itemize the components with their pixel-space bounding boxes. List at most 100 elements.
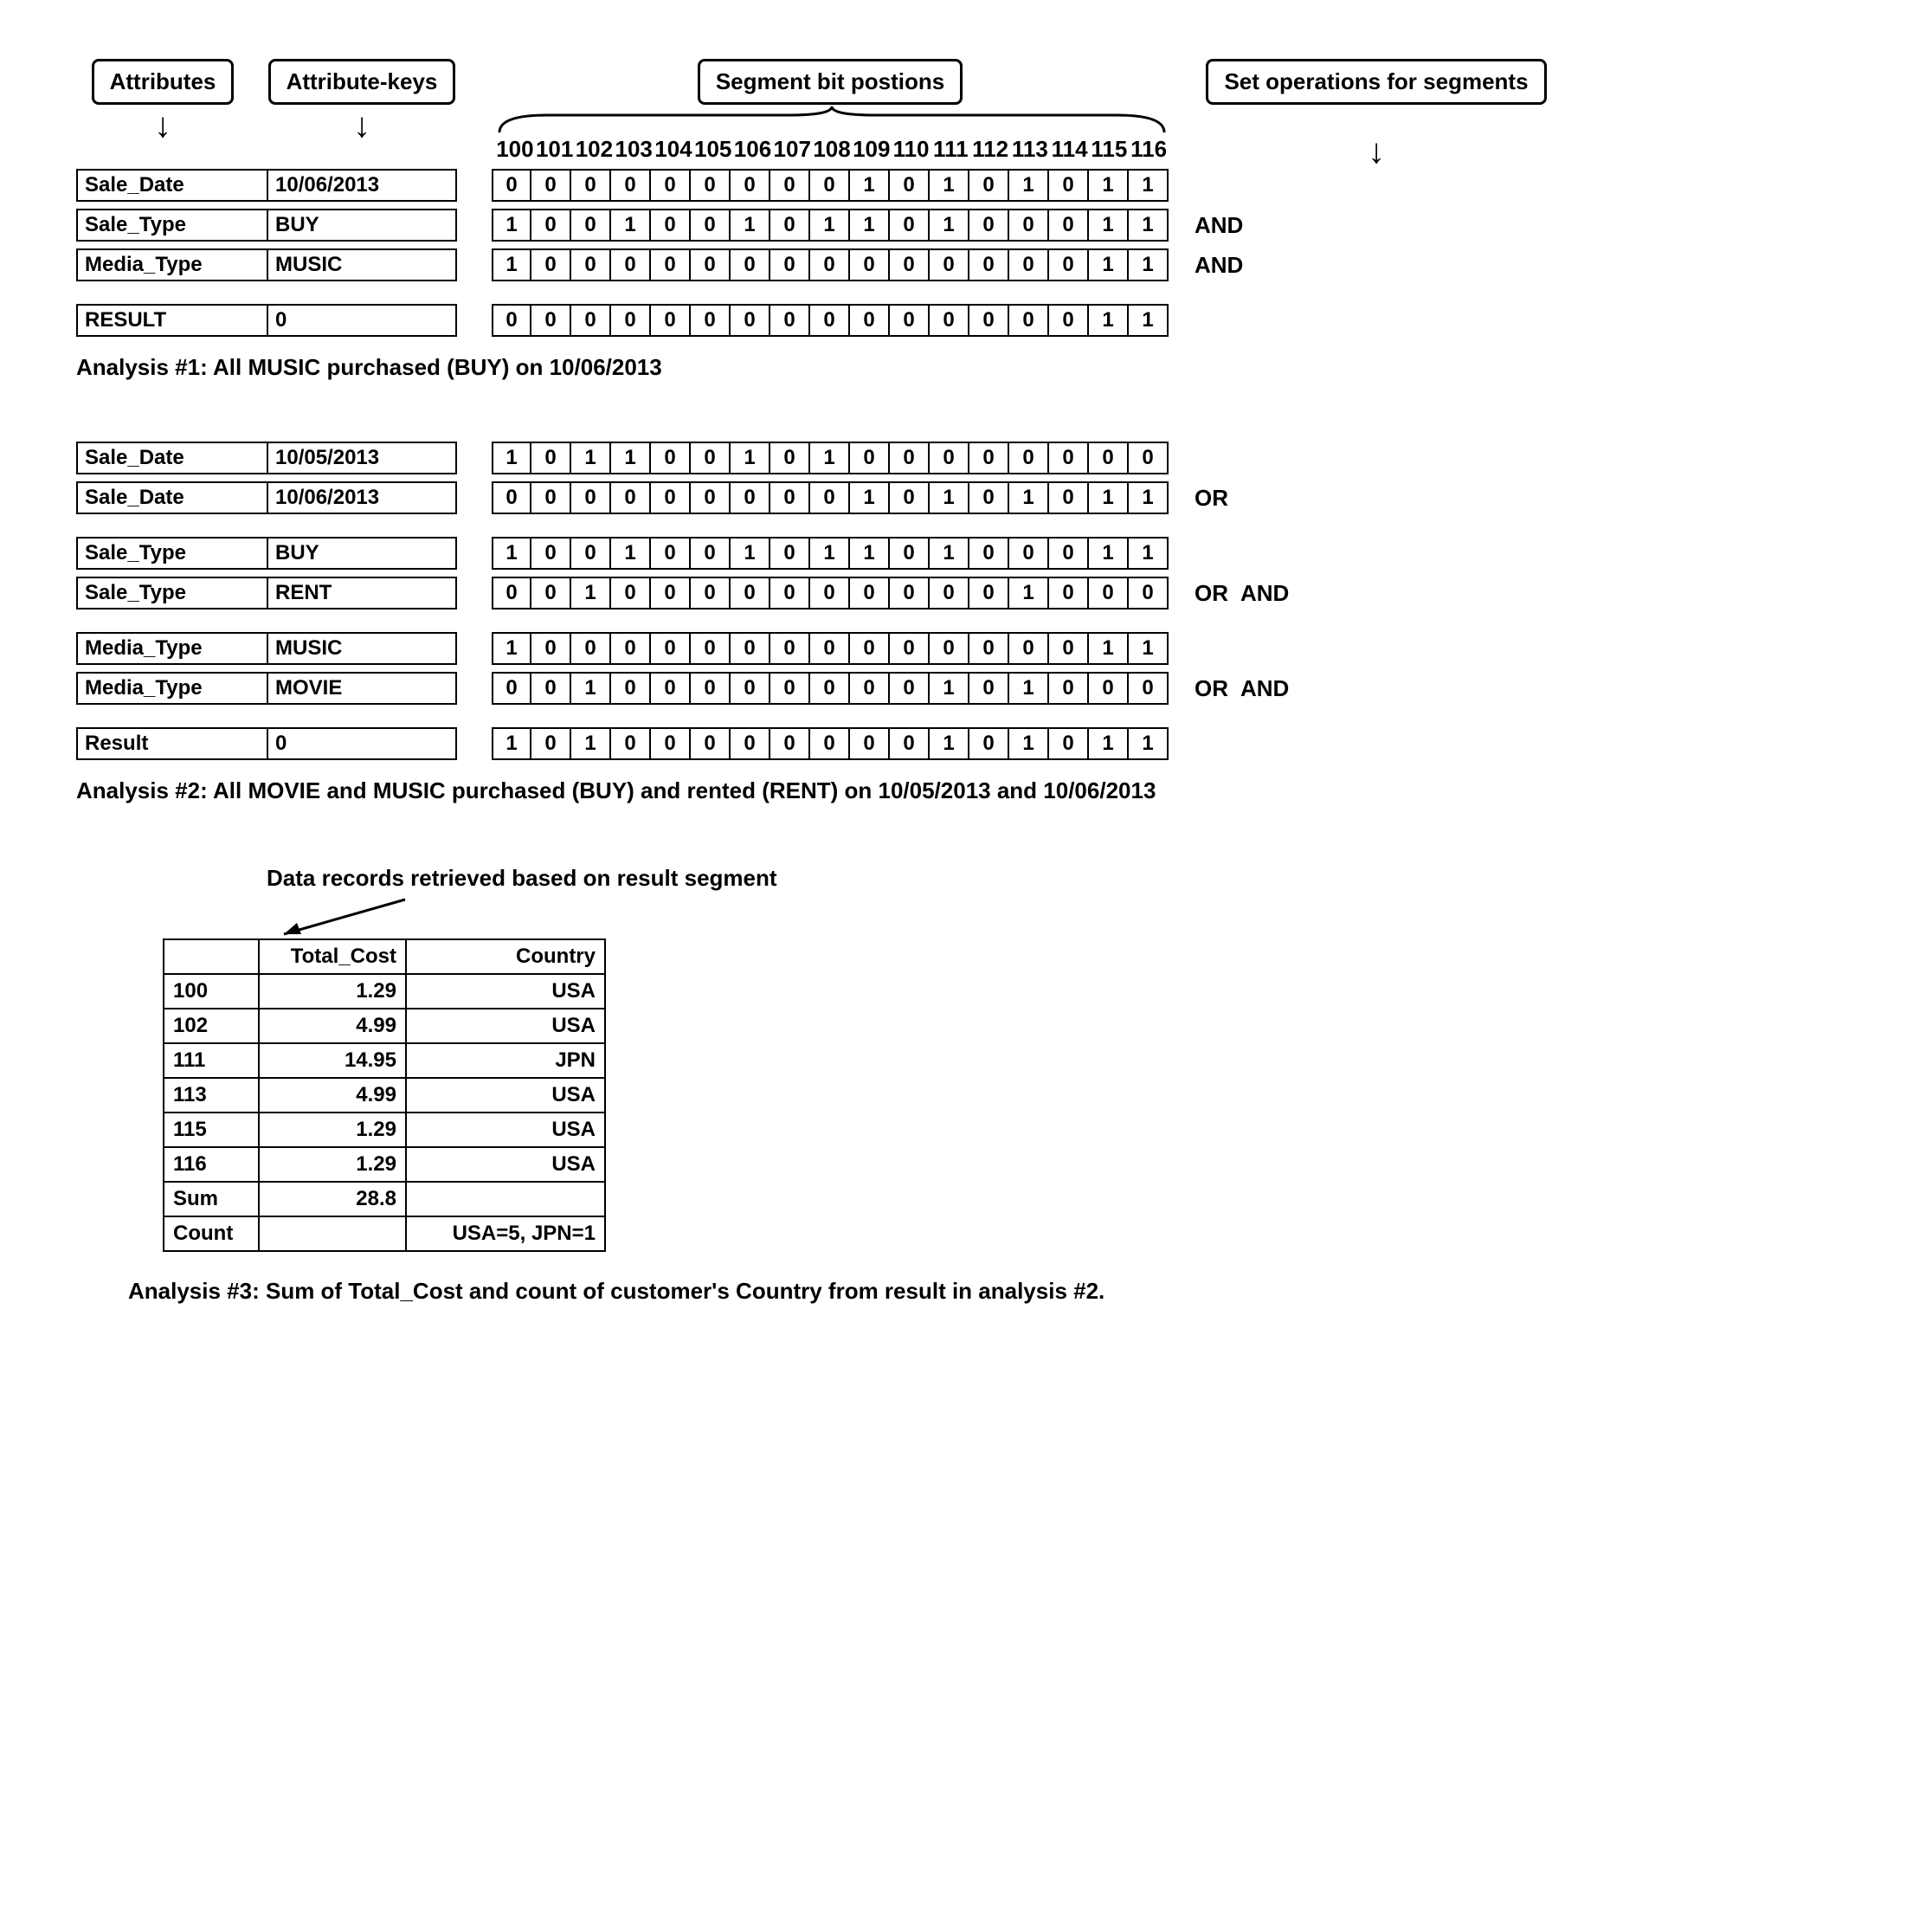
bit-cell: 0: [731, 304, 770, 337]
count-row: CountUSA=5, JPN=1: [164, 1216, 605, 1251]
bits-cells: 10010010110100011: [492, 537, 1169, 570]
bit-cell: 0: [1049, 248, 1089, 281]
bit-cell: 1: [492, 248, 531, 281]
bit-cell: 0: [531, 304, 571, 337]
bits-cells: 00100000000101000: [492, 672, 1169, 705]
bit-cell: 0: [611, 727, 651, 760]
bit-cell: 0: [492, 481, 531, 514]
bit-cell: 0: [850, 727, 890, 760]
attribute-cell: Sale_Type: [76, 209, 267, 242]
result-cell: USA: [406, 1009, 605, 1043]
bit-row: Sale_Date10/06/201300000000010101011OR: [76, 481, 1856, 514]
bit-cell: 0: [1009, 537, 1049, 570]
bit-cell: 0: [810, 169, 850, 202]
bit-cell: 1: [930, 481, 969, 514]
bit-row: Media_TypeMUSIC10000000000000011: [76, 632, 1856, 665]
result-header: [164, 939, 259, 974]
result-cell: 28.8: [259, 1182, 406, 1216]
bit-position: 108: [812, 136, 852, 163]
bit-cell: 1: [810, 537, 850, 570]
bit-cell: 0: [492, 169, 531, 202]
bit-cell: 1: [1089, 632, 1129, 665]
bit-cell: 0: [850, 304, 890, 337]
bit-cell: 1: [611, 209, 651, 242]
key-cell: MUSIC: [267, 632, 457, 665]
sum-row: Sum28.8: [164, 1182, 605, 1216]
bit-cell: 0: [651, 304, 691, 337]
bit-cell: 0: [850, 442, 890, 474]
bit-position: 102: [575, 136, 615, 163]
bit-cell: 0: [770, 209, 810, 242]
bit-position: 109: [852, 136, 892, 163]
arrow-down-icon: ↓: [154, 108, 171, 143]
analysis3-note: Data records retrieved based on result s…: [267, 865, 1856, 892]
result-cell: 111: [164, 1043, 259, 1078]
result-cell: [406, 1182, 605, 1216]
op-label: AND: [1195, 212, 1243, 239]
result-cell: 4.99: [259, 1009, 406, 1043]
bit-cell: 0: [531, 481, 571, 514]
bit-cell: 1: [611, 537, 651, 570]
bit-cell: 0: [770, 577, 810, 609]
bit-cell: 0: [651, 537, 691, 570]
bit-cell: 0: [691, 727, 731, 760]
bit-cell: 1: [850, 481, 890, 514]
op-label: OR: [1195, 580, 1228, 607]
bit-cell: 1: [731, 442, 770, 474]
bit-cell: 0: [691, 537, 731, 570]
bit-cell: 0: [890, 442, 930, 474]
result-header: Total_Cost: [259, 939, 406, 974]
brace-icon: [495, 105, 1169, 136]
bit-cell: 0: [731, 632, 770, 665]
result-table: Total_CostCountry 1001.29USA1024.99USA11…: [163, 938, 606, 1252]
key-cell: 10/05/2013: [267, 442, 457, 474]
bit-cell: 0: [691, 577, 731, 609]
bit-row: Sale_Date10/06/201300000000010101011: [76, 169, 1856, 202]
bit-cell: 0: [890, 632, 930, 665]
result-cell: Count: [164, 1216, 259, 1251]
attribute-cell: Sale_Type: [76, 577, 267, 609]
bit-cell: 0: [531, 632, 571, 665]
bit-cell: 0: [770, 481, 810, 514]
bit-position: 105: [693, 136, 733, 163]
bit-cell: 0: [890, 727, 930, 760]
bit-cell: 0: [651, 481, 691, 514]
bit-cell: 0: [969, 727, 1009, 760]
attribute-cell: Sale_Type: [76, 537, 267, 570]
bit-cell: 0: [1129, 442, 1169, 474]
bit-cell: 1: [1089, 727, 1129, 760]
result-cell: 116: [164, 1147, 259, 1182]
bit-cell: 0: [1129, 577, 1169, 609]
bit-cell: 1: [1089, 304, 1129, 337]
bit-cell: 1: [810, 209, 850, 242]
bit-cell: 1: [850, 209, 890, 242]
attribute-cell: Result: [76, 727, 267, 760]
bit-cell: 0: [850, 577, 890, 609]
result-cell: USA: [406, 974, 605, 1009]
bit-cell: 0: [770, 442, 810, 474]
bit-cell: 1: [1129, 209, 1169, 242]
analysis2-caption: Analysis #2: All MOVIE and MUSIC purchas…: [76, 777, 1856, 804]
bit-row: Media_TypeMUSIC10000000000000011AND: [76, 248, 1856, 281]
bit-cell: 0: [531, 577, 571, 609]
bit-cell: 0: [1049, 481, 1089, 514]
header-labels-row: Attributes ↓ Attribute-keys ↓ Segment bi…: [76, 59, 1856, 169]
bit-cell: 0: [611, 577, 651, 609]
ops-cell: ORAND: [1195, 577, 1289, 609]
attribute-cell: Sale_Date: [76, 481, 267, 514]
attribute-cell: Sale_Date: [76, 442, 267, 474]
bit-position: 114: [1050, 136, 1090, 163]
bit-row: Result010100000000101011: [76, 727, 1856, 760]
bit-position: 111: [931, 136, 970, 163]
bit-cell: 0: [1049, 577, 1089, 609]
key-cell: 0: [267, 727, 457, 760]
bit-cell: 0: [890, 209, 930, 242]
bit-cell: 0: [1009, 209, 1049, 242]
bit-cell: 1: [930, 727, 969, 760]
bit-cell: 1: [930, 537, 969, 570]
bit-cell: 1: [1009, 577, 1049, 609]
bit-cell: 0: [810, 577, 850, 609]
arrow-down-icon: ↓: [353, 108, 370, 143]
bit-position: 113: [1010, 136, 1050, 163]
bit-position: 100: [495, 136, 535, 163]
